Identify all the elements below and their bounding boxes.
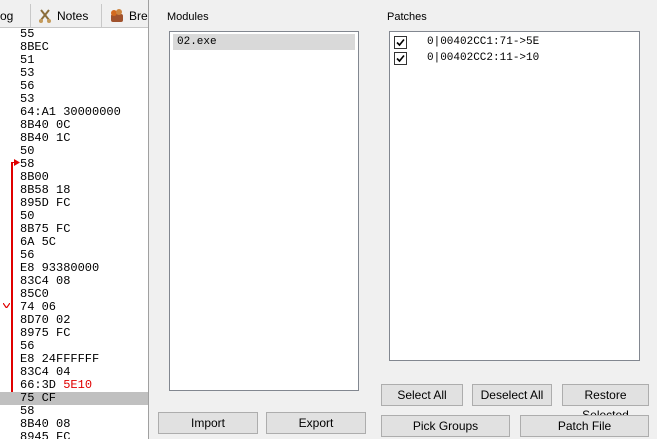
code-text: 8B40 0C xyxy=(20,118,71,132)
code-text: 75 CF xyxy=(20,391,57,405)
code-text: 64:A1 30000000 xyxy=(20,105,121,119)
pick-groups-button[interactable]: Pick Groups xyxy=(381,415,510,437)
modules-title: Modules xyxy=(167,11,209,23)
patches-list[interactable]: 0|00402CC1:71->5E 0|00402CC2:11->10 xyxy=(389,31,640,361)
code-text: 50 xyxy=(20,144,35,158)
code-text: 895D FC xyxy=(20,196,71,210)
code-text: 53 xyxy=(20,92,35,106)
patch-checkbox[interactable] xyxy=(394,35,407,49)
code-highlight-text: 5E10 xyxy=(63,378,93,392)
export-button[interactable]: Export xyxy=(266,412,366,434)
debugger-tab-bar: og Notes Brea xyxy=(0,0,150,28)
code-text: 56 xyxy=(20,79,35,93)
patch-file-button[interactable]: Patch File xyxy=(520,415,649,437)
tab-notes-label: Notes xyxy=(57,9,89,23)
notes-icon xyxy=(39,9,51,23)
code-text: 55 xyxy=(20,27,35,41)
code-text: 8B40 1C xyxy=(20,131,71,145)
tab-breakpoints[interactable]: Brea xyxy=(103,4,150,28)
code-text: 66:3D xyxy=(20,378,64,392)
tab-breakpoints-label: Brea xyxy=(129,9,150,23)
modules-list[interactable]: 02.exe xyxy=(169,31,359,391)
code-text: 56 xyxy=(20,339,35,353)
code-text: 6A 5C xyxy=(20,235,57,249)
code-text: 83C4 08 xyxy=(20,274,71,288)
tab-notes[interactable]: Notes xyxy=(30,4,102,28)
patches-dialog: Modules 02.exe Patches 0|00402CC1:71->5E… xyxy=(148,0,657,439)
restore-selected-button[interactable]: Restore Selected xyxy=(562,384,649,422)
import-button[interactable]: Import xyxy=(158,412,258,434)
patch-checkbox[interactable] xyxy=(394,51,407,65)
code-text: 8B75 FC xyxy=(20,222,71,236)
code-text: 8975 FC xyxy=(20,326,71,340)
patch-label: 0|00402CC2:11->10 xyxy=(427,52,540,64)
code-text: 8B40 08 xyxy=(20,417,71,431)
code-text: 51 xyxy=(20,53,35,67)
code-text: E8 93380000 xyxy=(20,261,100,275)
code-text: 58 xyxy=(20,404,35,418)
code-text: 74 06 xyxy=(20,300,57,314)
code-text: 56 xyxy=(20,248,35,262)
code-text: 8D70 02 xyxy=(20,313,71,327)
code-text: 58 xyxy=(20,157,35,171)
code-text: 8B58 18 xyxy=(20,183,71,197)
patch-item[interactable]: 0|00402CC1:71->5E xyxy=(394,34,539,50)
check-icon xyxy=(396,54,405,62)
disassembly-view[interactable]: 55 8BEC 51 53 56 53 64:A1 30000000 8B40 0C 8B40 … xyxy=(0,28,150,439)
module-item[interactable]: 02.exe xyxy=(173,34,355,50)
code-line[interactable]: 8945 FC xyxy=(0,431,150,439)
tab-log-label: og xyxy=(0,9,14,23)
code-text: 85C0 xyxy=(20,287,49,301)
code-text: 53 xyxy=(20,66,35,80)
code-text: 8945 FC xyxy=(20,430,71,439)
code-text: 50 xyxy=(20,209,35,223)
debugger-background-window: og Notes Brea 558BEC5153565364: xyxy=(0,0,150,439)
patches-title: Patches xyxy=(387,11,427,23)
code-text: E8 24FFFFFF xyxy=(20,352,100,366)
patch-item[interactable]: 0|00402CC2:11->10 xyxy=(394,50,539,66)
breakpoints-icon xyxy=(111,9,123,22)
check-icon xyxy=(396,38,405,46)
code-text: 8BEC xyxy=(20,40,49,54)
deselect-all-button[interactable]: Deselect All xyxy=(472,384,552,406)
code-text: 8B00 xyxy=(20,170,49,184)
select-all-button[interactable]: Select All xyxy=(381,384,463,406)
patch-label: 0|00402CC1:71->5E xyxy=(427,36,540,48)
tab-log[interactable]: og xyxy=(0,4,19,28)
code-text: 83C4 04 xyxy=(20,365,71,379)
